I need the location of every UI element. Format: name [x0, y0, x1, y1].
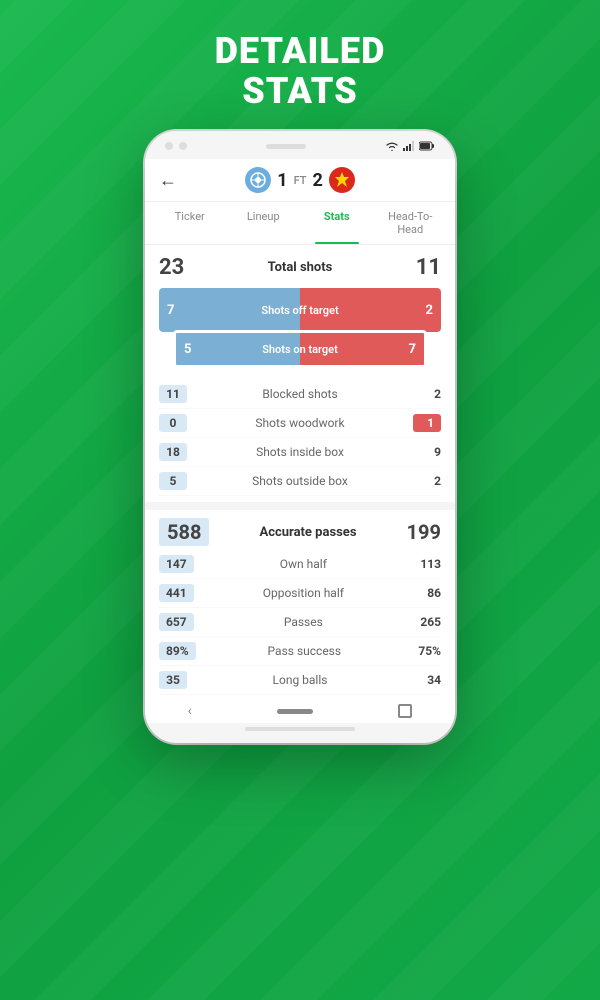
home-blocked-shots: 11 — [159, 385, 187, 403]
tab-ticker[interactable]: Ticker — [153, 202, 227, 244]
shots-on-target-label: Shots on target — [199, 333, 400, 365]
away-blocked-shots: 2 — [413, 387, 441, 401]
shots-bar-chart: 7 Shots off target 2 5 Shots on target 7 — [159, 288, 441, 368]
tab-stats[interactable]: Stats — [300, 202, 374, 244]
camera-dot-1 — [165, 142, 173, 150]
shots-off-target-bar: 7 Shots off target 2 — [159, 288, 441, 332]
away-on-target-val: 7 — [401, 333, 424, 365]
stat-row-long-balls: 35 Long balls 34 — [159, 666, 441, 695]
stat-row-shots-outside-box: 5 Shots outside box 2 — [159, 467, 441, 496]
phone-cameras — [165, 142, 187, 150]
away-score: 2 — [312, 170, 322, 191]
match-status: FT — [294, 174, 307, 187]
shots-on-target-bar: 5 Shots on target 7 — [173, 330, 427, 368]
inside-box-label: Shots inside box — [187, 445, 413, 459]
away-own-half: 113 — [413, 557, 441, 571]
stat-row-pass-success: 89% Pass success 75% — [159, 637, 441, 666]
section-divider — [145, 502, 455, 510]
wifi-icon — [385, 141, 399, 151]
own-half-label: Own half — [194, 557, 413, 571]
nav-back-arrow[interactable]: ‹ — [188, 703, 192, 719]
home-accurate-passes: 588 — [159, 518, 209, 546]
stat-row-shots-woodwork: 0 Shots woodwork 1 — [159, 409, 441, 438]
home-opposition-half: 441 — [159, 584, 194, 602]
battery-icon — [419, 141, 435, 151]
scroll-indicator — [245, 727, 355, 731]
tab-lineup[interactable]: Lineup — [227, 202, 301, 244]
nav-recents-square[interactable] — [398, 704, 412, 718]
passes-label: Passes — [194, 615, 413, 629]
shots-section: 23 Total shots 11 7 Shots off target 2 5… — [145, 245, 455, 502]
signal-icon — [403, 141, 415, 151]
home-team-logo — [245, 167, 271, 193]
camera-dot-2 — [179, 142, 187, 150]
home-woodwork: 0 — [159, 414, 187, 432]
accurate-passes-header: 588 Accurate passes 199 — [145, 510, 455, 550]
away-outside-box: 2 — [413, 474, 441, 488]
nav-home-pill[interactable] — [277, 709, 313, 714]
home-on-target-val: 5 — [176, 333, 199, 365]
phone-bottom-nav: ‹ — [145, 695, 455, 723]
away-off-target-val: 2 — [418, 288, 441, 332]
shots-on-target-bar-wrap: 5 Shots on target 7 — [173, 330, 427, 368]
away-opposition-half: 86 — [413, 586, 441, 600]
home-off-target-val: 7 — [159, 288, 182, 332]
outside-box-label: Shots outside box — [187, 474, 413, 488]
blocked-shots-label: Blocked shots — [187, 387, 413, 401]
back-button[interactable]: ← — [159, 170, 177, 191]
phone-shell: ← 1 FT 2 — [145, 131, 455, 743]
phone-speaker — [266, 144, 306, 149]
away-inside-box: 9 — [413, 445, 441, 459]
stat-row-opposition-half: 441 Opposition half 86 — [159, 579, 441, 608]
home-passes: 657 — [159, 613, 194, 631]
stat-row-passes: 657 Passes 265 — [159, 608, 441, 637]
pass-success-label: Pass success — [196, 644, 413, 658]
opposition-half-label: Opposition half — [194, 586, 413, 600]
title-line1: DETAILED — [215, 30, 386, 72]
shot-stat-rows: 11 Blocked shots 2 0 Shots woodwork 1 18… — [159, 380, 441, 496]
total-shots-row: 23 Total shots 11 — [159, 255, 441, 280]
away-woodwork: 1 — [413, 414, 441, 432]
app-content: ← 1 FT 2 — [145, 159, 455, 695]
away-total-shots: 11 — [416, 255, 441, 280]
away-accurate-passes: 199 — [407, 520, 441, 544]
tab-head-to-head[interactable]: Head-To-Head — [374, 202, 448, 244]
home-total-shots: 23 — [159, 255, 184, 280]
match-header: ← 1 FT 2 — [145, 159, 455, 202]
away-passes: 265 — [413, 615, 441, 629]
away-long-balls: 34 — [413, 673, 441, 687]
home-pass-success: 89% — [159, 642, 196, 660]
tabs-bar: Ticker Lineup Stats Head-To-Head — [145, 202, 455, 245]
stat-row-blocked-shots: 11 Blocked shots 2 — [159, 380, 441, 409]
away-pass-success: 75% — [413, 644, 441, 658]
shots-off-target-label: Shots off target — [182, 288, 417, 332]
page-title: DETAILED STATS — [215, 32, 386, 111]
home-own-half: 147 — [159, 555, 194, 573]
stat-row-own-half: 147 Own half 113 — [159, 550, 441, 579]
match-score: 1 FT 2 — [245, 167, 355, 193]
stat-row-shots-inside-box: 18 Shots inside box 9 — [159, 438, 441, 467]
total-shots-label: Total shots — [268, 260, 333, 275]
title-line2: STATS — [242, 70, 358, 112]
accurate-passes-label: Accurate passes — [259, 525, 356, 540]
phone-top-bar — [145, 131, 455, 159]
home-inside-box: 18 — [159, 443, 187, 461]
away-team-logo — [329, 167, 355, 193]
home-long-balls: 35 — [159, 671, 187, 689]
phone-status-bar — [385, 141, 435, 151]
pass-stat-rows: 147 Own half 113 441 Opposition half 86 … — [145, 550, 455, 695]
woodwork-label: Shots woodwork — [187, 416, 413, 430]
home-outside-box: 5 — [159, 472, 187, 490]
home-score: 1 — [277, 170, 287, 191]
long-balls-label: Long balls — [187, 673, 413, 687]
